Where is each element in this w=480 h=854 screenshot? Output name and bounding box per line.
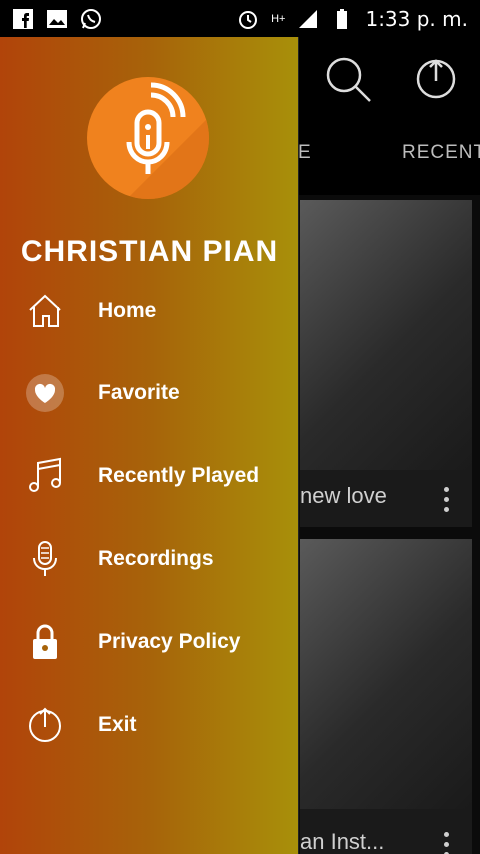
search-icon[interactable] xyxy=(322,53,374,105)
app-logo xyxy=(87,77,209,199)
more-options-icon[interactable] xyxy=(444,832,450,854)
menu-label: Privacy Policy xyxy=(98,630,241,653)
app-name: CHRISTIAN PIAN xyxy=(20,235,279,268)
song-title: new love xyxy=(300,483,387,508)
menu-label: Recordings xyxy=(98,547,214,570)
menu-label: Favorite xyxy=(98,381,180,404)
more-options-icon[interactable] xyxy=(444,487,450,513)
menu-item-privacy-policy[interactable]: Privacy Policy xyxy=(0,607,299,677)
microphone-logo-icon xyxy=(126,82,209,199)
home-icon xyxy=(29,294,61,327)
network-indicator: H+ xyxy=(271,12,286,25)
status-bar: H+ 1:33 p. m. xyxy=(0,0,480,37)
music-note-icon xyxy=(29,457,61,492)
navigation-drawer: CHRISTIAN PIAN Home Favorite Recently Pl… xyxy=(0,37,299,854)
power-icon xyxy=(29,707,61,742)
menu-item-recordings[interactable]: Recordings xyxy=(0,524,299,594)
signal-icon xyxy=(299,9,318,28)
headphones-image xyxy=(300,539,472,809)
clock: 1:33 p. m. xyxy=(365,6,468,31)
menu-item-recently-played[interactable]: Recently Played xyxy=(0,441,299,511)
microphone-icon xyxy=(33,541,57,576)
heart-icon xyxy=(26,374,64,412)
song-card[interactable]: an Inst... xyxy=(300,539,472,854)
headphones-image xyxy=(300,200,472,470)
gallery-icon xyxy=(47,9,67,28)
power-icon[interactable] xyxy=(410,53,462,105)
menu-item-exit[interactable]: Exit xyxy=(0,690,299,760)
facebook-icon xyxy=(13,8,33,29)
menu-item-home[interactable]: Home xyxy=(0,276,299,346)
tab-partial[interactable]: E xyxy=(298,142,312,164)
menu-label: Recently Played xyxy=(98,464,260,487)
menu-label: Exit xyxy=(98,713,137,736)
alarm-icon xyxy=(239,10,258,29)
menu-item-favorite[interactable]: Favorite xyxy=(0,358,299,428)
song-title: an Inst... xyxy=(300,829,385,854)
battery-icon xyxy=(337,8,348,29)
tab-recent[interactable]: RECENT xyxy=(402,142,480,164)
lock-icon xyxy=(33,624,57,659)
whatsapp-icon xyxy=(81,8,101,29)
menu-label: Home xyxy=(98,299,157,322)
song-card[interactable]: new love xyxy=(300,200,472,527)
